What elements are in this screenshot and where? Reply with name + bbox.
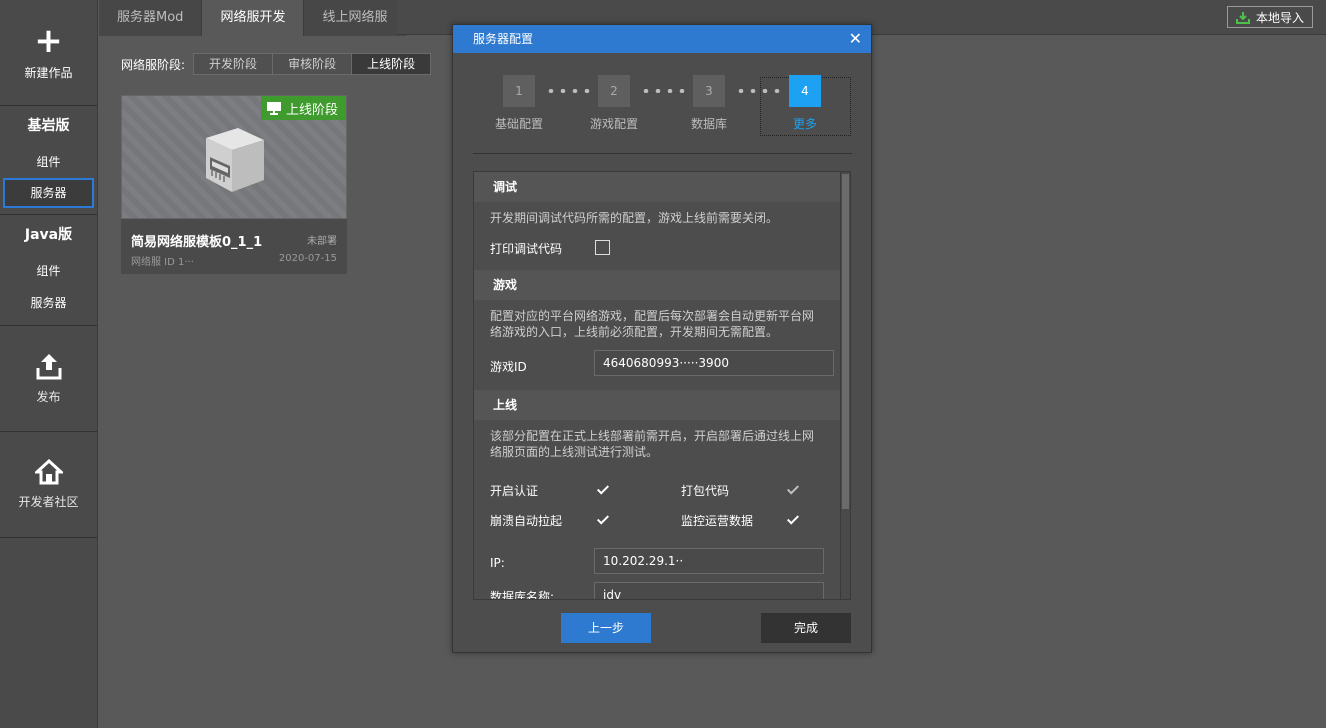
game-id-row: 游戏ID 4640680993·····3900 (474, 340, 841, 386)
bedrock-section: 基岩版 组件 服务器 (0, 106, 97, 208)
publish-button[interactable]: 发布 (0, 326, 97, 432)
sidebar-item-bedrock-server[interactable]: 服务器 (3, 178, 94, 208)
card-title: 简易网络服模板0_1_1 (131, 235, 263, 250)
step-number: 4 (789, 75, 821, 107)
section-online-heading: 上线 (474, 390, 841, 420)
section-debug-heading: 调试 (474, 172, 841, 202)
section-online-desc: 该部分配置在正式上线部署前需开启，开启部署后通过线上网络服页面的上线测试进行测试… (490, 429, 815, 459)
monitor-data-checkbox[interactable] (785, 512, 800, 527)
step-2[interactable]: 2 游戏配置 (584, 75, 644, 132)
online-row-1: 开启认证 打包代码 (474, 460, 841, 502)
home-icon (34, 459, 63, 485)
section-game-desc: 配置对应的平台网络游戏，配置后每次部署会自动更新平台网络游戏的入口，上线前必须配… (490, 309, 815, 339)
stage-label: 网络服阶段: (121, 57, 186, 72)
publish-label: 发布 (36, 390, 61, 404)
step-label: 游戏配置 (589, 117, 638, 131)
new-work-button[interactable]: + 新建作品 (0, 0, 97, 106)
pack-code-checkbox (785, 482, 800, 497)
server-block-icon (206, 128, 264, 192)
db-name-row: 数据库名称: idv (474, 574, 841, 600)
finish-button[interactable]: 完成 (761, 613, 851, 643)
game-id-input[interactable]: 4640680993·····3900 (594, 350, 834, 376)
server-config-dialog: 服务器配置 ✕ 1 基础配置 2 游戏配置 3 数据库 4 更多 调试 开发期间… (452, 24, 872, 653)
prev-step-button[interactable]: 上一步 (561, 613, 651, 643)
pack-code-label: 打包代码 (681, 484, 730, 498)
card-status: 未部署 (307, 236, 337, 247)
community-label: 开发者社区 (18, 495, 79, 509)
step-number: 2 (598, 75, 630, 107)
auth-label: 开启认证 (490, 484, 539, 498)
stage-online-button[interactable]: 上线阶段 (351, 53, 432, 75)
ip-row: IP: 10.202.29.1·· (474, 532, 841, 574)
app-window: + 新建作品 基岩版 组件 服务器 Java版 组件 服务器 发布 开发者社区 … (0, 0, 1326, 728)
step-label: 更多 (792, 117, 817, 131)
section-game-heading: 游戏 (474, 270, 841, 300)
sidebar-item-java-component[interactable]: 组件 (3, 255, 94, 287)
sidebar: + 新建作品 基岩版 组件 服务器 Java版 组件 服务器 发布 开发者社区 (0, 0, 98, 728)
local-import-button[interactable]: 本地导入 (1226, 6, 1313, 28)
divider (473, 153, 852, 154)
auth-checkbox[interactable] (595, 482, 610, 497)
ip-input[interactable]: 10.202.29.1·· (594, 548, 824, 574)
upload-icon (36, 354, 61, 380)
section-debug-desc: 开发期间调试代码所需的配置，游戏上线前需要关闭。 (490, 211, 779, 225)
db-name-label: 数据库名称: (490, 590, 555, 600)
scrollbar-thumb[interactable] (842, 174, 849, 509)
server-card[interactable]: 上线阶段 简易网络服模板0_1_1 未部署 网络服 ID 1··· 2020-0… (121, 95, 347, 274)
debug-print-checkbox[interactable] (595, 240, 610, 255)
step-label: 基础配置 (494, 117, 543, 131)
card-date: 2020-07-15 (278, 253, 337, 264)
stage-filter: 网络服阶段: 开发阶段 审核阶段 上线阶段 (121, 53, 432, 75)
monitor-icon (266, 101, 281, 115)
step-number: 3 (693, 75, 725, 107)
sidebar-item-bedrock-component[interactable]: 组件 (3, 146, 94, 178)
ip-label: IP: (490, 556, 505, 570)
community-button[interactable]: 开发者社区 (0, 432, 97, 538)
step-number: 1 (503, 75, 535, 107)
db-name-input[interactable]: idv (594, 582, 824, 599)
step-label: 数据库 (690, 117, 727, 131)
crash-restart-checkbox[interactable] (595, 512, 610, 527)
plus-icon: + (34, 21, 63, 61)
scrollbar[interactable] (840, 172, 850, 599)
stage-badge-label: 上线阶段 (285, 102, 338, 118)
java-section: Java版 组件 服务器 (0, 215, 97, 319)
tab-bar: 服务器Mod 网络服开发 线上网络服 (99, 0, 407, 36)
tab-server-mod[interactable]: 服务器Mod (99, 0, 203, 36)
card-thumbnail: 上线阶段 (121, 95, 347, 219)
dialog-titlebar: 服务器配置 ✕ (453, 25, 871, 53)
game-id-label: 游戏ID (490, 360, 527, 374)
sidebar-item-java-server[interactable]: 服务器 (3, 287, 94, 319)
config-scroll-area[interactable]: 调试 开发期间调试代码所需的配置，游戏上线前需要关闭。 打印调试代码 游戏 配置… (473, 171, 851, 600)
local-import-label: 本地导入 (1255, 10, 1304, 25)
stage-badge: 上线阶段 (260, 96, 346, 120)
tab-network-dev[interactable]: 网络服开发 (202, 0, 305, 36)
bedrock-heading: 基岩版 (27, 118, 70, 134)
stage-review-button[interactable]: 审核阶段 (272, 53, 353, 75)
java-heading: Java版 (24, 227, 73, 243)
tab-online-network[interactable]: 线上网络服 (304, 0, 407, 36)
dialog-title: 服务器配置 (473, 32, 534, 46)
step-indicator: 1 基础配置 2 游戏配置 3 数据库 4 更多 (483, 75, 853, 136)
online-row-2: 崩溃自动拉起 监控运营数据 (474, 502, 841, 532)
stage-dev-button[interactable]: 开发阶段 (193, 53, 274, 75)
new-work-label: 新建作品 (24, 66, 73, 80)
monitor-data-label: 监控运营数据 (681, 514, 754, 528)
step-4[interactable]: 4 更多 (775, 75, 835, 132)
close-icon[interactable]: ✕ (849, 25, 862, 53)
download-icon (1235, 11, 1250, 24)
card-id: 网络服 ID 1··· (131, 257, 194, 268)
step-1[interactable]: 1 基础配置 (489, 75, 549, 132)
step-3[interactable]: 3 数据库 (679, 75, 739, 132)
debug-print-row: 打印调试代码 (474, 226, 841, 270)
crash-restart-label: 崩溃自动拉起 (490, 514, 563, 528)
debug-print-label: 打印调试代码 (490, 242, 563, 256)
